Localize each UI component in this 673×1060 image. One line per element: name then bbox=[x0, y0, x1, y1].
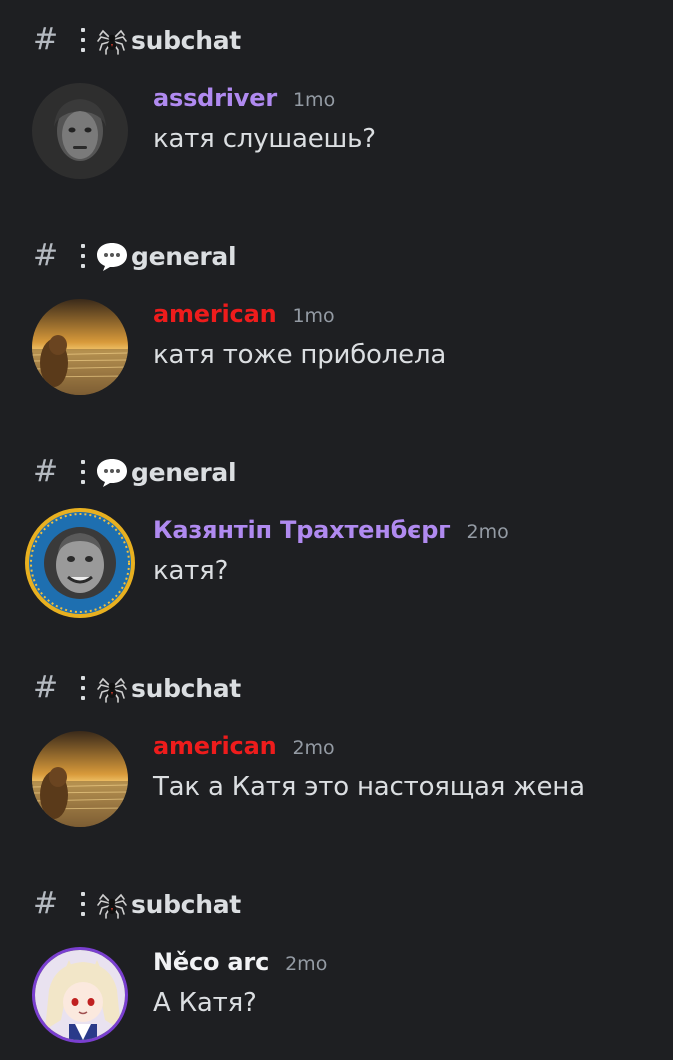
channel-link[interactable]: # general bbox=[33, 238, 237, 274]
message-text: катя тоже приболела bbox=[153, 340, 447, 370]
channel-link[interactable]: # subchat bbox=[33, 886, 241, 922]
avatar[interactable] bbox=[32, 299, 128, 395]
author-name[interactable]: assdriver bbox=[153, 84, 277, 112]
channel-link[interactable]: # general bbox=[33, 454, 237, 490]
timestamp: 1mo bbox=[292, 305, 335, 327]
message-text: Так а Катя это настоящая жена bbox=[153, 772, 585, 802]
timestamp: 1mo bbox=[292, 89, 336, 111]
separator-dots-icon bbox=[81, 244, 85, 268]
author-name[interactable]: Něco arc bbox=[153, 948, 269, 976]
separator-dots-icon bbox=[81, 28, 85, 52]
hash-icon: # bbox=[33, 22, 58, 57]
search-result[interactable]: # subchat bbox=[0, 0, 673, 200]
hash-icon: # bbox=[33, 886, 58, 921]
hash-icon: # bbox=[33, 238, 58, 273]
spider-icon bbox=[97, 893, 127, 919]
avatar[interactable] bbox=[24, 507, 136, 619]
message-text: А Катя? bbox=[153, 988, 257, 1018]
timestamp: 2mo bbox=[466, 521, 509, 543]
message-text: катя слушаешь? bbox=[153, 124, 376, 154]
channel-link[interactable]: # subchat bbox=[33, 670, 241, 706]
channel-name: subchat bbox=[131, 25, 241, 55]
speech-bubble-icon bbox=[97, 459, 127, 487]
timestamp: 2mo bbox=[285, 953, 328, 975]
search-result[interactable]: # subchat bbox=[0, 864, 673, 1060]
author-name[interactable]: american bbox=[153, 732, 277, 760]
spider-icon bbox=[97, 29, 127, 55]
channel-name: general bbox=[131, 241, 237, 271]
channel-link[interactable]: # subchat bbox=[33, 22, 241, 58]
avatar[interactable] bbox=[32, 731, 128, 827]
hash-icon: # bbox=[33, 670, 58, 705]
avatar[interactable] bbox=[32, 947, 128, 1043]
author-name[interactable]: Казянтіп Трахтенбєрг bbox=[153, 516, 451, 544]
hash-icon: # bbox=[33, 454, 58, 489]
channel-name: subchat bbox=[131, 889, 241, 919]
search-result[interactable]: # subchat bbox=[0, 648, 673, 848]
separator-dots-icon bbox=[81, 676, 85, 700]
separator-dots-icon bbox=[81, 892, 85, 916]
search-result[interactable]: # general american 1mo катя тоже приболе… bbox=[0, 216, 673, 416]
author-name[interactable]: american bbox=[153, 300, 277, 328]
search-results-list: # subchat assdriver 1mo катя слушаешь? #… bbox=[0, 0, 673, 1060]
channel-name: subchat bbox=[131, 673, 241, 703]
timestamp: 2mo bbox=[292, 737, 335, 759]
message-text: катя? bbox=[153, 556, 229, 586]
avatar[interactable] bbox=[32, 83, 128, 179]
speech-bubble-icon bbox=[97, 243, 127, 271]
spider-icon bbox=[97, 677, 127, 703]
separator-dots-icon bbox=[81, 460, 85, 484]
channel-name: general bbox=[131, 457, 237, 487]
search-result[interactable]: # general Казянтіп Трахтенбєрг 2mo катя? bbox=[0, 432, 673, 632]
